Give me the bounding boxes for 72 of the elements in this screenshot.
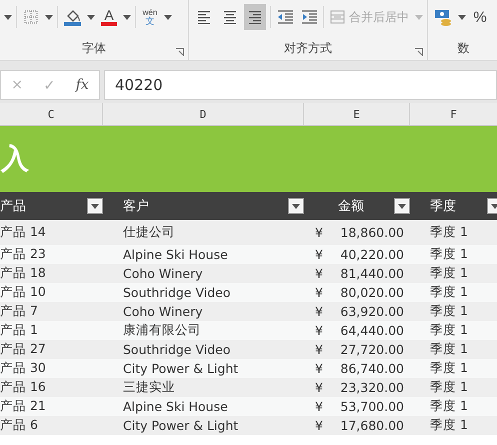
table-cell-text: 季度 1 xyxy=(430,341,469,358)
table-cell-text: 季度 1 xyxy=(430,322,469,339)
table-cell-text: 季度 1 xyxy=(430,379,469,396)
table-cell-text: 季度 1 xyxy=(430,246,469,263)
table-cell-text: 季度 1 xyxy=(430,398,469,415)
table-cell-text: ¥ xyxy=(314,247,323,262)
table-cell-text: 53,700.00 xyxy=(339,399,404,414)
group-label: 数 xyxy=(458,40,470,57)
percent-button[interactable]: % xyxy=(470,4,490,30)
table-cell-text: 产品 18 xyxy=(0,265,47,282)
table-cell-text: Alpine Ski House xyxy=(123,247,229,262)
font-color-button[interactable]: A xyxy=(99,4,119,30)
column-title: 产品 xyxy=(0,198,26,215)
table-cell-text: 64,440.00 xyxy=(339,323,404,338)
table-cell-text: ¥ xyxy=(314,342,323,357)
table-cell-text: ¥ xyxy=(314,399,323,414)
table-cell-text: Southridge Video xyxy=(123,342,232,357)
table-cell-text: ¥ xyxy=(314,323,323,338)
table-cell-text: Southridge Video xyxy=(123,285,232,300)
column-header[interactable]: C xyxy=(0,103,103,125)
table-cell-text: 季度 1 xyxy=(430,224,469,241)
table-cell-text: 季度 1 xyxy=(430,303,469,320)
column-header[interactable]: E xyxy=(304,103,410,125)
table-cell-text: 仕捷公司 xyxy=(123,224,176,241)
table-cell-text: City Power & Light xyxy=(123,361,240,376)
sheet-title: 入 xyxy=(1,141,29,177)
table-cell-text: ¥ xyxy=(314,304,323,319)
column-title: 金额 xyxy=(338,198,364,215)
table-cell-text: 27,720.00 xyxy=(339,342,404,357)
group-label: 对齐方式 xyxy=(284,40,332,57)
table-cell-text: 产品 14 xyxy=(0,224,47,241)
table-cell-text: 18,860.00 xyxy=(339,225,404,240)
table-cell-text: 产品 7 xyxy=(0,303,39,320)
phonetic-button[interactable]: wén 文 xyxy=(140,4,160,30)
table-cell-text: 康浦有限公司 xyxy=(123,322,202,339)
table-cell-text: 80,020.00 xyxy=(339,285,404,300)
table-cell-text: ¥ xyxy=(314,418,323,433)
table-cell-text: City Power & Light xyxy=(123,418,240,433)
table-cell-text: 产品 23 xyxy=(0,246,47,263)
table-cell-text: ¥ xyxy=(314,285,323,300)
column-header[interactable]: D xyxy=(103,103,304,125)
table-cell-text: ¥ xyxy=(314,361,323,376)
table-cell-text: 40,220.00 xyxy=(339,247,404,262)
table-cell-text: Coho Winery xyxy=(123,266,204,281)
table-cell-text: ¥ xyxy=(314,380,323,395)
insert-function-button[interactable]: fx xyxy=(76,77,89,93)
table-cell-text: 季度 1 xyxy=(430,284,469,301)
table-cell-text: 产品 1 xyxy=(0,322,39,339)
table-cell-text: 季度 1 xyxy=(430,265,469,282)
table-cell-text: 季度 1 xyxy=(430,417,469,434)
column-title: 客户 xyxy=(123,198,149,215)
table-cell-text: ¥ xyxy=(314,225,323,240)
table-cell-text: 81,440.00 xyxy=(339,266,404,281)
table-cell-text: 产品 30 xyxy=(0,360,47,377)
table-cell-text: 产品 27 xyxy=(0,341,47,358)
table-cell-text: 17,680.00 xyxy=(339,418,404,433)
table-cell-text: Coho Winery xyxy=(123,304,204,319)
table-cell-text: 季度 1 xyxy=(430,360,469,377)
table-cell-text: 产品 21 xyxy=(0,398,47,415)
column-title: 季度 xyxy=(430,198,456,215)
table-cell-text: 63,920.00 xyxy=(339,304,404,319)
table-cell-text: Alpine Ski House xyxy=(123,399,229,414)
table-cell-text: 23,320.00 xyxy=(339,380,404,395)
table-cell-text: 产品 6 xyxy=(0,417,39,434)
table-cell-text: 三捷实业 xyxy=(123,379,176,396)
group-label: 字体 xyxy=(82,40,106,57)
table-cell-text: ¥ xyxy=(314,266,323,281)
table-cell-text: 产品 16 xyxy=(0,379,47,396)
table-cell-text: 86,740.00 xyxy=(339,361,404,376)
formula-field[interactable]: 40220 xyxy=(104,70,497,100)
table-cell-text: 产品 10 xyxy=(0,284,47,301)
column-header[interactable]: F xyxy=(410,103,497,125)
